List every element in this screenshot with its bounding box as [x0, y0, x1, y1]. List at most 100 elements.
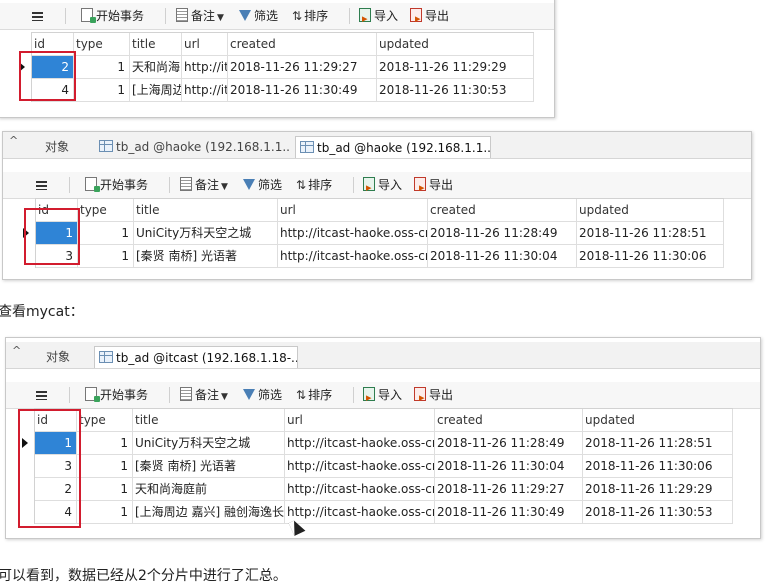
cell-updated[interactable]: 2018-11-26 11:30:06 [583, 455, 733, 477]
cell-url[interactable]: http://itcast-haoke.oss-cn [285, 432, 435, 454]
column-header-type[interactable]: type [77, 409, 133, 431]
chevron-down-icon[interactable]: ▼ [221, 182, 228, 192]
menu-button[interactable] [36, 382, 47, 408]
cell-type[interactable]: 1 [78, 245, 134, 267]
cell-type[interactable]: 1 [77, 501, 133, 523]
table-row[interactable]: 1 1 UniCity万科天空之城 http://itcast-haoke.os… [23, 222, 724, 245]
import-button[interactable]: 导入 [363, 382, 402, 411]
chevron-down-icon[interactable]: ▼ [221, 392, 228, 402]
cell-title[interactable]: [上海周边 嘉兴] 融创海逸长 [133, 501, 285, 523]
cell-url[interactable]: http://it [182, 79, 228, 101]
filter-button[interactable]: 筛选 [239, 3, 278, 29]
table-row[interactable]: 4 1 [上海周边 嘉兴] 融创海逸长 http://itcast-haoke.… [35, 501, 733, 524]
cell-type[interactable]: 1 [74, 79, 130, 101]
cell-url[interactable]: http://itcast-haoke.oss-cn [278, 222, 428, 244]
column-header-created[interactable]: created [228, 33, 377, 55]
table-row[interactable]: 1 1 UniCity万科天空之城 http://itcast-haoke.os… [22, 432, 733, 455]
cell-created[interactable]: 2018-11-26 11:29:27 [435, 478, 583, 500]
column-header-updated[interactable]: updated [577, 199, 724, 221]
table-row[interactable]: 3 1 [秦贤 南桥] 光语著 http://itcast-haoke.oss-… [35, 455, 733, 478]
memo-button[interactable]: 备注 ▼ [176, 3, 224, 29]
column-header-created[interactable]: created [435, 409, 583, 431]
cell-title[interactable]: [秦贤 南桥] 光语著 [133, 455, 285, 477]
cell-updated[interactable]: 2018-11-26 11:28:51 [583, 432, 733, 454]
export-button[interactable]: 导出 [410, 3, 449, 32]
sort-button[interactable]: ⇅ 排序 [296, 172, 332, 198]
cell-title[interactable]: [秦贤 南桥] 光语著 [134, 245, 278, 267]
cell-type[interactable]: 1 [78, 222, 134, 244]
cell-updated[interactable]: 2018-11-26 11:30:53 [377, 79, 534, 101]
column-header-url[interactable]: url [278, 199, 428, 221]
column-header-type[interactable]: type [78, 199, 134, 221]
memo-button[interactable]: 备注 ▼ [180, 382, 228, 408]
column-header-updated[interactable]: updated [583, 409, 733, 431]
cell-updated[interactable]: 2018-11-26 11:29:29 [377, 56, 534, 78]
cell-updated[interactable]: 2018-11-26 11:30:06 [577, 245, 724, 267]
import-button[interactable]: 导入 [363, 172, 402, 201]
tab-table-2[interactable]: tb_ad @haoke (192.168.1.1... [295, 136, 491, 158]
start-transaction-button[interactable]: 开始事务 [85, 382, 148, 408]
cell-url[interactable]: http://itcast-haoke.oss-cn [285, 501, 435, 523]
column-header-type[interactable]: type [74, 33, 130, 55]
menu-button[interactable] [32, 3, 43, 29]
chevron-down-icon[interactable]: ▼ [217, 13, 224, 23]
filter-button[interactable]: 筛选 [243, 172, 282, 198]
export-button[interactable]: 导出 [414, 382, 453, 411]
sort-button[interactable]: ⇅ 排序 [296, 382, 332, 408]
tab-table-1-label: tb_ad @itcast (192.168.1.18-... [116, 351, 298, 365]
cell-type[interactable]: 1 [77, 478, 133, 500]
cell-type[interactable]: 1 [77, 432, 133, 454]
tab-objects[interactable]: 对象 [42, 346, 94, 368]
filter-button[interactable]: 筛选 [243, 382, 282, 408]
cell-title[interactable]: [上海周边 [130, 79, 182, 101]
column-header-updated[interactable]: updated [377, 33, 534, 55]
column-header-url[interactable]: url [285, 409, 435, 431]
data-grid[interactable]: id type title url created updated 1 1 Un… [22, 408, 733, 524]
cell-type[interactable]: 1 [74, 56, 130, 78]
cell-updated[interactable]: 2018-11-26 11:30:53 [583, 501, 733, 523]
transaction-icon [81, 8, 96, 23]
memo-button[interactable]: 备注 ▼ [180, 172, 228, 198]
cell-url[interactable]: http://it [182, 56, 228, 78]
cell-created[interactable]: 2018-11-26 11:30:04 [435, 455, 583, 477]
export-button[interactable]: 导出 [414, 172, 453, 201]
start-transaction-button[interactable]: 开始事务 [85, 172, 148, 198]
table-row[interactable]: 3 1 [秦贤 南桥] 光语著 http://itcast-haoke.oss-… [36, 245, 724, 268]
column-header-title[interactable]: title [134, 199, 278, 221]
cell-created[interactable]: 2018-11-26 11:28:49 [428, 222, 577, 244]
cell-title[interactable]: UniCity万科天空之城 [133, 432, 285, 454]
sort-button[interactable]: ⇅ 排序 [292, 3, 328, 29]
cell-created[interactable]: 2018-11-26 11:28:49 [435, 432, 583, 454]
chevron-up-icon[interactable]: ^ [12, 344, 21, 357]
cell-created[interactable]: 2018-11-26 11:29:27 [228, 56, 377, 78]
tab-table-1[interactable]: tb_ad @itcast (192.168.1.18-... [94, 346, 298, 368]
column-header-title[interactable]: title [133, 409, 285, 431]
tab-table-1[interactable]: tb_ad @haoke (192.168.1.1... [95, 136, 291, 158]
cell-updated[interactable]: 2018-11-26 11:28:51 [577, 222, 724, 244]
table-row[interactable]: 2 1 天和尚海庭前 http://itcast-haoke.oss-cn 20… [35, 478, 733, 501]
table-row[interactable]: 4 1 [上海周边 http://it 2018-11-26 11:30:49 … [32, 79, 534, 102]
cell-url[interactable]: http://itcast-haoke.oss-cn [285, 455, 435, 477]
table-row[interactable]: 2 1 天和尚海 http://it 2018-11-26 11:29:27 2… [19, 56, 534, 79]
cell-updated[interactable]: 2018-11-26 11:29:29 [583, 478, 733, 500]
cell-url[interactable]: http://itcast-haoke.oss-cn [278, 245, 428, 267]
start-transaction-button[interactable]: 开始事务 [81, 3, 144, 29]
chevron-up-icon[interactable]: ^ [9, 134, 18, 147]
cell-title[interactable]: 天和尚海 [130, 56, 182, 78]
cell-type[interactable]: 1 [77, 455, 133, 477]
data-grid[interactable]: id type title url created updated 1 1 Un… [23, 198, 724, 268]
cell-title[interactable]: UniCity万科天空之城 [134, 222, 278, 244]
cell-url[interactable]: http://itcast-haoke.oss-cn [285, 478, 435, 500]
data-toolbar: 开始事务 备注▼ 筛选 ⇅排序 导入 导出 [3, 172, 751, 201]
menu-button[interactable] [36, 172, 47, 198]
cell-created[interactable]: 2018-11-26 11:30:49 [228, 79, 377, 101]
cell-created[interactable]: 2018-11-26 11:30:04 [428, 245, 577, 267]
data-grid[interactable]: id type title url created updated 2 1 天和… [19, 32, 534, 102]
column-header-url[interactable]: url [182, 33, 228, 55]
cell-title[interactable]: 天和尚海庭前 [133, 478, 285, 500]
cell-created[interactable]: 2018-11-26 11:30:49 [435, 501, 583, 523]
tab-objects[interactable]: 对象 [41, 136, 91, 158]
column-header-created[interactable]: created [428, 199, 577, 221]
import-button[interactable]: 导入 [359, 3, 398, 32]
column-header-title[interactable]: title [130, 33, 182, 55]
